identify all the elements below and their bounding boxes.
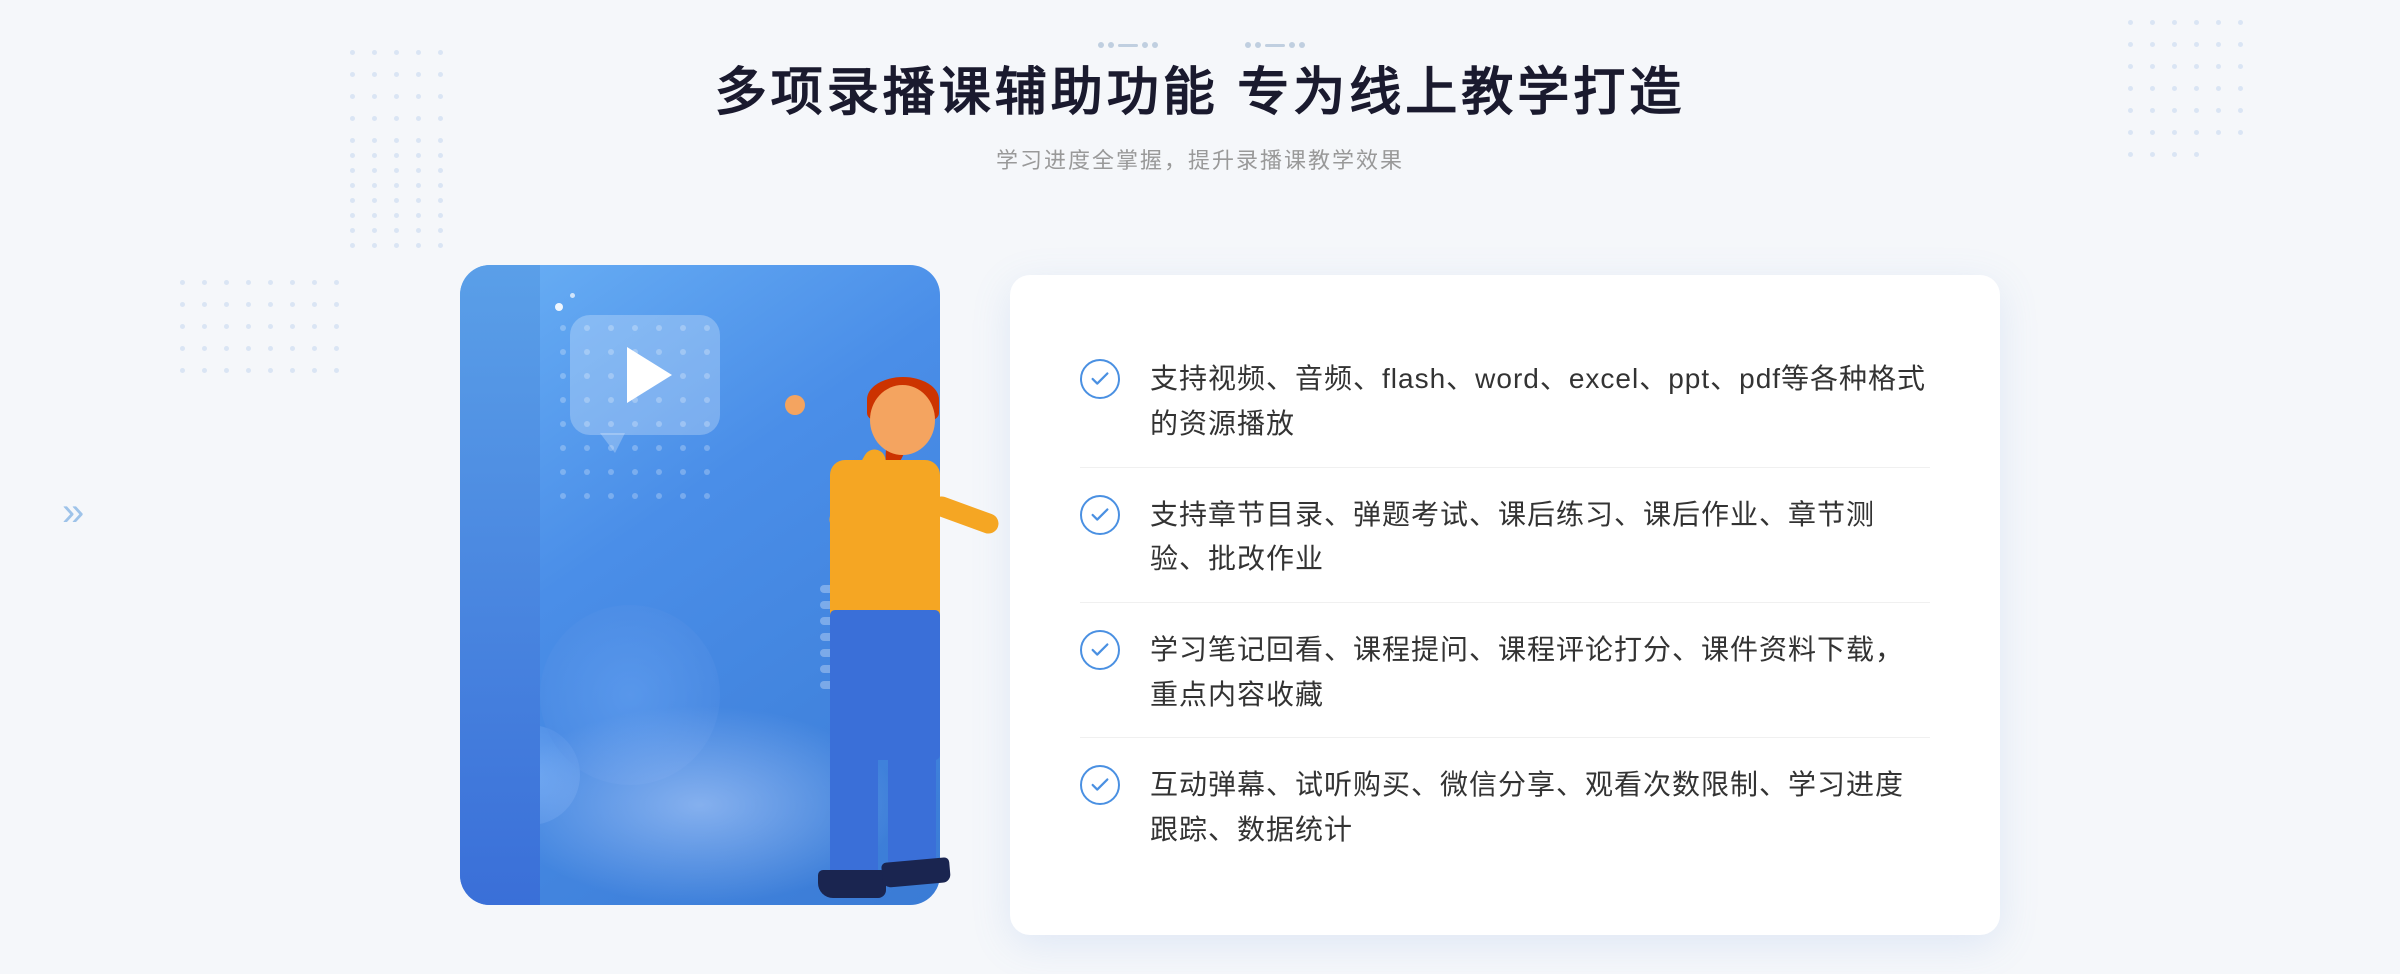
header-section: 多项录播课辅助功能 专为线上教学打造 学习进度全掌握，提升录播课教学效果 [715, 50, 1685, 175]
dot-pattern-left [180, 280, 346, 446]
person-leg-right [888, 745, 936, 865]
feature-item-1: 支持视频、音频、flash、word、excel、ppt、pdf等各种格式的资源… [1080, 337, 1930, 468]
sparkle-2 [570, 293, 575, 298]
person-body [830, 460, 940, 620]
person-head [870, 385, 935, 455]
features-panel: 支持视频、音频、flash、word、excel、ppt、pdf等各种格式的资源… [1010, 275, 2000, 935]
header-deco-left [1098, 42, 1158, 48]
play-icon [627, 347, 672, 403]
person-hand [785, 395, 805, 415]
dark-blue-bar [460, 265, 540, 905]
header-deco-right [1245, 42, 1305, 48]
person-figure [730, 355, 990, 935]
check-icon-4 [1080, 765, 1120, 805]
person-pants [830, 610, 940, 760]
person-shoe-right [881, 857, 951, 888]
check-icon-1 [1080, 359, 1120, 399]
page-wrapper: (function(){ var container = document.qu… [0, 0, 2400, 974]
play-bubble [570, 315, 720, 435]
dot-pattern-right [2128, 20, 2250, 157]
feature-item-3: 学习笔记回看、课程提问、课程评论打分、课件资料下载，重点内容收藏 [1080, 608, 1930, 739]
dot-pattern-top-left: (function(){ var container = document.qu… [350, 50, 450, 248]
illustration-container: document.currentScript.previousElementSi… [400, 235, 1040, 935]
feature-text-1: 支持视频、音频、flash、word、excel、ppt、pdf等各种格式的资源… [1150, 357, 1930, 447]
check-icon-3 [1080, 630, 1120, 670]
feature-item-4: 互动弹幕、试听购买、微信分享、观看次数限制、学习进度跟踪、数据统计 [1080, 743, 1930, 873]
feature-item-2: 支持章节目录、弹题考试、课后练习、课后作业、章节测验、批改作业 [1080, 473, 1930, 604]
check-icon-2 [1080, 495, 1120, 535]
feature-text-2: 支持章节目录、弹题考试、课后练习、课后作业、章节测验、批改作业 [1150, 493, 1930, 583]
feature-text-3: 学习笔记回看、课程提问、课程评论打分、课件资料下载，重点内容收藏 [1150, 628, 1930, 718]
feature-text-4: 互动弹幕、试听购买、微信分享、观看次数限制、学习进度跟踪、数据统计 [1150, 763, 1930, 853]
chevron-left-decoration: » [62, 490, 84, 535]
content-area: document.currentScript.previousElementSi… [400, 235, 2000, 935]
person-leg-left [830, 745, 878, 875]
sparkle-1 [555, 303, 563, 311]
main-title: 多项录播课辅助功能 专为线上教学打造 [715, 50, 1685, 125]
sub-title: 学习进度全掌握，提升录播课教学效果 [715, 143, 1685, 175]
person-shoe-left [818, 870, 886, 898]
